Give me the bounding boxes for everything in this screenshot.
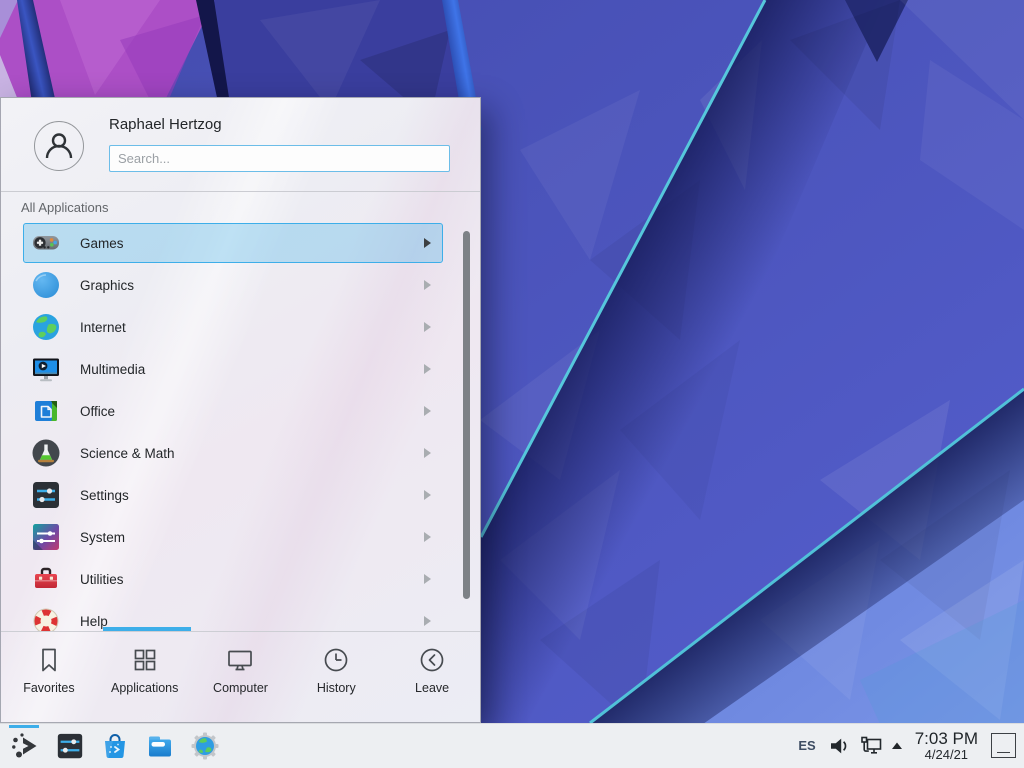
category-office[interactable]: Office	[1, 390, 480, 432]
keyboard-layout-indicator[interactable]: ES	[798, 738, 815, 753]
expand-tray-icon	[891, 741, 903, 750]
app-launcher-button[interactable]	[9, 730, 41, 762]
category-utilities[interactable]: Utilities	[1, 558, 480, 600]
submenu-arrow-icon	[424, 490, 431, 500]
web-browser-button[interactable]	[189, 730, 221, 762]
file-manager-button[interactable]	[144, 730, 176, 762]
category-graphics[interactable]: Graphics	[1, 264, 480, 306]
favorites-icon	[34, 645, 64, 675]
category-label: Games	[80, 236, 124, 251]
submenu-arrow-icon	[424, 448, 431, 458]
tab-label: Computer	[213, 681, 268, 695]
system-settings-icon	[55, 731, 85, 761]
category-games[interactable]: Games	[1, 222, 480, 264]
category-label: System	[80, 530, 125, 545]
launcher-tabbar: Favorites Applications Computer	[1, 632, 480, 723]
user-name: Raphael Hertzog	[109, 116, 222, 133]
category-label: Graphics	[80, 278, 134, 293]
volume-icon	[829, 736, 849, 756]
tab-label: Leave	[415, 681, 449, 695]
launcher-active-indicator	[9, 725, 39, 728]
network-icon	[860, 736, 882, 756]
tab-label: Applications	[111, 681, 178, 695]
clock-time: 7:03 PM	[915, 730, 978, 748]
internet-icon	[30, 311, 62, 343]
discover-button[interactable]	[99, 730, 131, 762]
graphics-icon	[30, 269, 62, 301]
submenu-arrow-icon	[424, 616, 431, 626]
tab-history[interactable]: History	[288, 632, 384, 723]
kde-launcher-icon	[9, 730, 41, 762]
category-settings[interactable]: Settings	[1, 474, 480, 516]
settings-icon	[30, 479, 62, 511]
games-icon	[30, 227, 62, 259]
folder-icon	[144, 730, 176, 762]
category-label: Office	[80, 404, 115, 419]
show-desktop-button[interactable]	[991, 733, 1016, 758]
tab-label: History	[317, 681, 356, 695]
taskbar-panel: ES 7:03 PM	[0, 723, 1024, 768]
category-internet[interactable]: Internet	[1, 306, 480, 348]
expand-tray-button[interactable]	[891, 741, 903, 750]
tab-applications[interactable]: Applications	[97, 632, 193, 723]
application-launcher-popup: Raphael Hertzog All Applications	[0, 97, 481, 723]
volume-button[interactable]	[829, 736, 849, 756]
search-input[interactable]	[109, 145, 450, 172]
user-avatar[interactable]	[34, 121, 84, 171]
category-multimedia[interactable]: Multimedia	[1, 348, 480, 390]
launcher-header: Raphael Hertzog	[1, 98, 480, 191]
network-button[interactable]	[860, 736, 882, 756]
submenu-arrow-icon	[424, 574, 431, 584]
category-system[interactable]: System	[1, 516, 480, 558]
system-icon	[30, 521, 62, 553]
multimedia-icon	[30, 353, 62, 385]
submenu-arrow-icon	[424, 364, 431, 374]
submenu-arrow-icon	[424, 406, 431, 416]
digital-clock[interactable]: 7:03 PM 4/24/21	[915, 730, 978, 761]
category-label: Settings	[80, 488, 129, 503]
category-science-math[interactable]: Science & Math	[1, 432, 480, 474]
category-help[interactable]: Help	[1, 600, 480, 631]
header-divider	[1, 191, 480, 192]
section-label: All Applications	[21, 200, 108, 215]
tab-computer[interactable]: Computer	[193, 632, 289, 723]
office-icon	[30, 395, 62, 427]
category-label: Utilities	[80, 572, 124, 587]
history-icon	[321, 645, 351, 675]
category-label: Internet	[80, 320, 126, 335]
applications-icon	[130, 645, 160, 675]
user-icon	[42, 129, 76, 163]
utilities-icon	[30, 563, 62, 595]
leave-icon	[417, 645, 447, 675]
system-tray: ES 7:03 PM	[798, 730, 1016, 761]
help-icon	[30, 605, 62, 631]
submenu-arrow-icon	[424, 280, 431, 290]
discover-icon	[99, 730, 131, 762]
list-scrollbar[interactable]	[463, 231, 470, 599]
submenu-arrow-icon	[424, 532, 431, 542]
category-label: Multimedia	[80, 362, 145, 377]
globe-gear-icon	[189, 730, 221, 762]
system-settings-button[interactable]	[54, 730, 86, 762]
tab-leave[interactable]: Leave	[384, 632, 480, 723]
science-icon	[30, 437, 62, 469]
clock-date: 4/24/21	[915, 748, 978, 762]
submenu-arrow-icon	[424, 238, 431, 248]
submenu-arrow-icon	[424, 322, 431, 332]
tab-label: Favorites	[23, 681, 74, 695]
category-label: Science & Math	[80, 446, 175, 461]
computer-icon	[225, 645, 255, 675]
tab-favorites[interactable]: Favorites	[1, 632, 97, 723]
taskbar-launchers	[9, 730, 221, 762]
category-list: Games Graphics	[1, 222, 480, 631]
